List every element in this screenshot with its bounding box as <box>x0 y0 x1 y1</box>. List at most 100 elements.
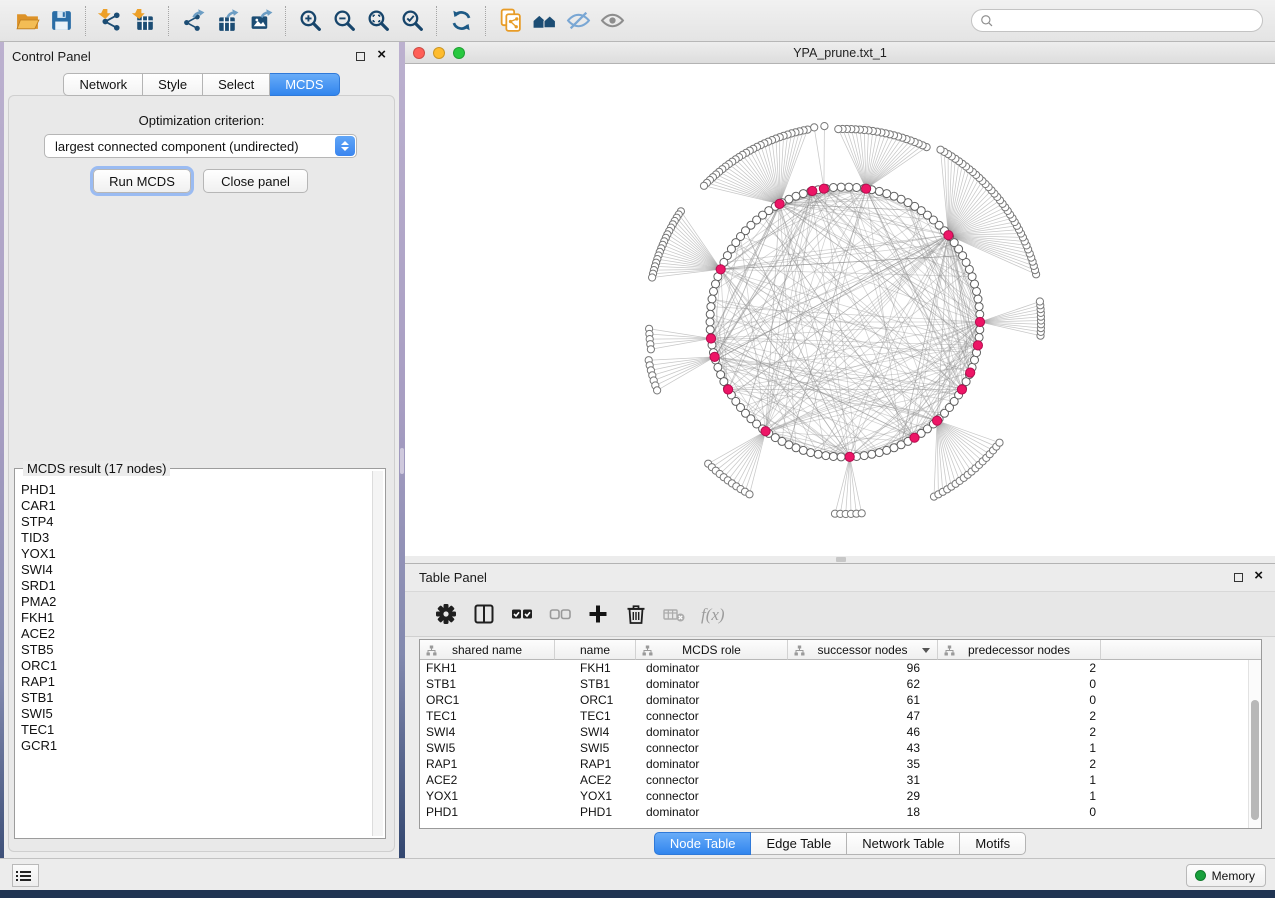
tab-edge-table[interactable]: Edge Table <box>751 832 847 855</box>
result-node[interactable]: STB1 <box>21 690 369 706</box>
close-panel-icon[interactable]: × <box>377 46 386 64</box>
divider-grip-icon <box>400 448 404 474</box>
column-label: name <box>580 643 610 657</box>
table-row[interactable]: ORC1ORC1dominator610 <box>420 692 1261 708</box>
result-node[interactable]: FKH1 <box>21 610 369 626</box>
task-history-button[interactable] <box>12 864 39 887</box>
result-node[interactable]: CAR1 <box>21 498 369 514</box>
close-mcds-panel-button[interactable]: Close panel <box>203 169 308 193</box>
delete-table-icon[interactable] <box>655 598 693 630</box>
column-panes-icon[interactable] <box>465 598 503 630</box>
select-all-rows-icon[interactable] <box>503 598 541 630</box>
cell-shared-name: TEC1 <box>420 708 555 724</box>
node-table[interactable]: shared name name MCDS rolesuccessor nodesp… <box>419 639 1262 829</box>
show-all-icon[interactable] <box>595 5 629 37</box>
result-node[interactable]: RAP1 <box>21 674 369 690</box>
delete-column-icon[interactable] <box>617 598 655 630</box>
column-header-shared-name[interactable]: shared name <box>420 640 555 660</box>
zoom-out-icon[interactable] <box>327 5 361 37</box>
table-row[interactable]: TEC1TEC1connector472 <box>420 708 1261 724</box>
float-panel-icon[interactable] <box>356 52 365 61</box>
table-scrollbar[interactable] <box>1248 660 1261 828</box>
network-graph[interactable] <box>405 64 1275 556</box>
zoom-selected-icon[interactable] <box>395 5 429 37</box>
tab-motifs[interactable]: Motifs <box>960 832 1026 855</box>
export-table-icon[interactable] <box>210 5 244 37</box>
result-node[interactable]: TID3 <box>21 530 369 546</box>
hide-selected-icon[interactable] <box>561 5 595 37</box>
run-mcds-button[interactable]: Run MCDS <box>93 169 191 193</box>
zoom-in-icon[interactable] <box>293 5 327 37</box>
function-builder-icon[interactable]: f(x) <box>693 598 731 630</box>
float-panel-icon[interactable] <box>1234 573 1243 582</box>
table-row[interactable]: PHD1PHD1dominator180 <box>420 804 1261 820</box>
network-window-titlebar[interactable]: YPA_prune.txt_1 <box>405 42 1275 64</box>
export-image-icon[interactable] <box>244 5 278 37</box>
search-icon <box>980 14 994 28</box>
tab-mcds[interactable]: MCDS <box>270 73 339 96</box>
save-session-icon[interactable] <box>44 5 78 37</box>
memory-indicator-icon <box>1195 870 1206 881</box>
scrollbar-thumb[interactable] <box>1251 700 1259 820</box>
result-node[interactable]: SWI4 <box>21 562 369 578</box>
cell-shared-name: ORC1 <box>420 692 555 708</box>
result-node[interactable]: SWI5 <box>21 706 369 722</box>
table-row[interactable]: FKH1FKH1dominator962 <box>420 660 1261 676</box>
result-node[interactable]: SRD1 <box>21 578 369 594</box>
table-row[interactable]: YOX1YOX1connector291 <box>420 788 1261 804</box>
sort-desc-icon[interactable] <box>922 648 930 653</box>
criterion-select[interactable]: largest connected component (undirected) <box>44 134 357 158</box>
clone-network-icon[interactable] <box>493 5 527 37</box>
tab-network-table[interactable]: Network Table <box>847 832 960 855</box>
cell-predecessor-nodes: 1 <box>938 772 1101 788</box>
table-row[interactable]: ACE2ACE2connector311 <box>420 772 1261 788</box>
result-scrollbar[interactable] <box>372 471 383 836</box>
result-node[interactable]: STB5 <box>21 642 369 658</box>
close-panel-icon[interactable]: × <box>1254 567 1263 585</box>
table-panel: Table Panel × f(x) shared namenameMCDS r… <box>405 563 1275 858</box>
tab-select[interactable]: Select <box>203 73 270 96</box>
result-node[interactable]: PHD1 <box>21 482 369 498</box>
table-row[interactable]: STB1STB1dominator620 <box>420 676 1261 692</box>
add-column-icon[interactable] <box>579 598 617 630</box>
table-settings-icon[interactable] <box>427 598 465 630</box>
table-row[interactable]: SWI5SWI5connector431 <box>420 740 1261 756</box>
result-node[interactable]: ORC1 <box>21 658 369 674</box>
tab-network[interactable]: Network <box>63 73 143 96</box>
cell-predecessor-nodes: 0 <box>938 804 1101 820</box>
result-node[interactable]: ACE2 <box>21 626 369 642</box>
column-header-name[interactable]: name <box>555 640 636 660</box>
toolbar-separator <box>436 6 437 36</box>
search-input[interactable] <box>999 12 1254 30</box>
export-network-icon[interactable] <box>176 5 210 37</box>
result-node[interactable]: STP4 <box>21 514 369 530</box>
open-file-icon[interactable] <box>10 5 44 37</box>
cell-successor-nodes: 29 <box>788 788 938 804</box>
import-table-icon[interactable] <box>127 5 161 37</box>
memory-button[interactable]: Memory <box>1186 864 1266 887</box>
first-neighbors-icon[interactable] <box>527 5 561 37</box>
result-node[interactable]: GCR1 <box>21 738 369 754</box>
column-header-predecessor-nodes[interactable]: predecessor nodes <box>938 640 1101 660</box>
zoom-fit-icon[interactable] <box>361 5 395 37</box>
control-panel-tabs: NetworkStyleSelectMCDS <box>4 73 399 96</box>
refresh-view-icon[interactable] <box>444 5 478 37</box>
result-node[interactable]: YOX1 <box>21 546 369 562</box>
table-row[interactable]: SWI4SWI4dominator462 <box>420 724 1261 740</box>
result-node[interactable]: PMA2 <box>21 594 369 610</box>
network-view[interactable] <box>405 64 1275 556</box>
table-split-divider[interactable] <box>405 556 1275 563</box>
table-row[interactable]: RAP1RAP1dominator352 <box>420 756 1261 772</box>
deselect-all-rows-icon[interactable] <box>541 598 579 630</box>
tab-style[interactable]: Style <box>143 73 203 96</box>
cell-successor-nodes: 96 <box>788 660 938 676</box>
tab-node-table[interactable]: Node Table <box>654 832 752 855</box>
mcds-result-list[interactable]: PHD1CAR1STP4TID3YOX1SWI4SRD1PMA2FKH1ACE2… <box>21 482 369 834</box>
column-header-MCDS-role[interactable]: MCDS role <box>636 640 788 660</box>
result-node[interactable]: TEC1 <box>21 722 369 738</box>
search-box[interactable] <box>971 9 1263 32</box>
column-header-successor-nodes[interactable]: successor nodes <box>788 640 938 660</box>
import-network-icon[interactable] <box>93 5 127 37</box>
cell-MCDS-role: connector <box>636 772 788 788</box>
cell-MCDS-role: dominator <box>636 676 788 692</box>
